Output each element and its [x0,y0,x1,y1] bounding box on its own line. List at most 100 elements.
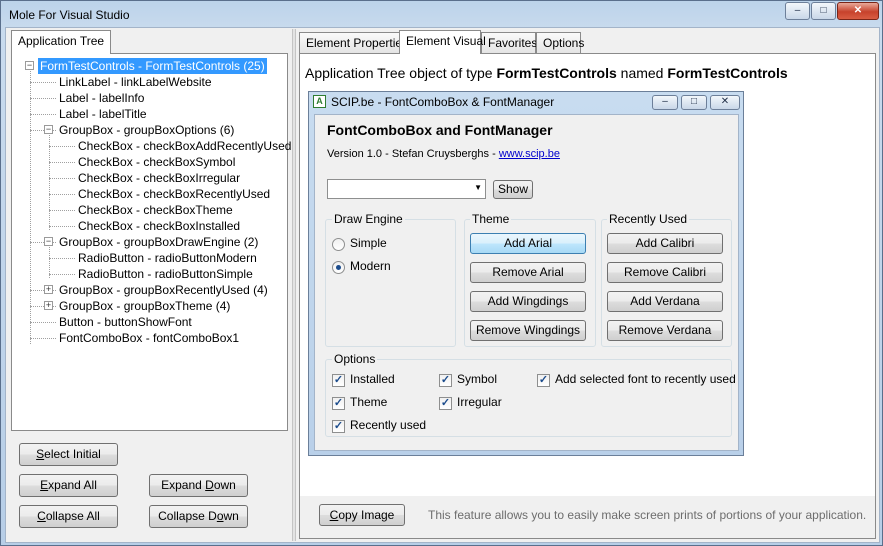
tree-node[interactable]: RadioButton - radioButtonSimple [78,266,253,282]
remove-calibri-button[interactable]: Remove Calibri [607,262,723,283]
tree-node[interactable]: Label - labelInfo [59,90,144,106]
checkbox-recently-used-label: Recently used [350,418,427,432]
draw-engine-group [325,219,456,347]
tree-node[interactable]: LinkLabel - linkLabelWebsite [59,74,212,90]
draw-engine-title: Draw Engine [332,212,405,226]
tree-branch-line [49,194,75,195]
checkbox-installed[interactable]: ✓ [332,374,345,387]
tree-node[interactable]: CheckBox - checkBoxSymbol [78,154,235,170]
checkbox-irregular[interactable]: ✓ [439,397,452,410]
tree-branch-line [49,226,75,227]
element-heading: Application Tree object of type FormTest… [305,65,788,81]
copy-image-button[interactable]: Copy Image [319,504,405,526]
tree-branch-line [49,258,75,259]
window-title: Mole For Visual Studio [9,8,130,22]
preview-minimize-icon[interactable]: ‒ [652,95,678,110]
preview-heading: FontComboBox and FontManager [327,122,553,138]
tree-node[interactable]: GroupBox - groupBoxDrawEngine (2) [59,234,258,250]
checkbox-symbol-label: Symbol [457,372,498,386]
checkbox-recently-used[interactable]: ✓ [332,420,345,433]
tree-branch-line [30,82,56,83]
theme-title: Theme [470,212,512,226]
tab-element-properties[interactable]: Element Properties [299,32,408,54]
splitter[interactable] [292,29,296,541]
expand-down-button[interactable]: Expand Down [149,474,248,497]
tree-branch-line [30,338,56,339]
tree-connector-line [49,244,50,278]
title-bar[interactable]: Mole For Visual Studio ‒ □ ✕ [1,1,882,27]
tab-favorites[interactable]: Favorites [481,32,537,54]
checkbox-symbol[interactable]: ✓ [439,374,452,387]
tree-branch-line [49,178,75,179]
minimize-icon[interactable]: ‒ [785,2,810,20]
website-link[interactable]: www.scip.be [499,148,560,160]
checkbox-add-to-recently-used[interactable]: ✓ [537,374,550,387]
recently-used-title: Recently Used [607,212,690,226]
checkbox-theme-label: Theme [350,395,388,409]
tree-branch-line [49,210,75,211]
preview-window-title: SCIP.be - FontComboBox & FontManager [331,95,555,109]
tree-node[interactable]: CheckBox - checkBoxTheme [78,202,233,218]
font-combo-box[interactable]: ▼ [327,179,486,199]
tree-branch-line [49,162,75,163]
tree-node[interactable]: Label - labelTitle [59,106,147,122]
checkbox-add-to-recently-used-label: Add selected font to recently used [555,372,736,386]
version-text: Version 1.0 - Stefan Cruysberghs - [327,148,499,160]
collapse-icon[interactable]: − [25,61,34,70]
tree-branch-line [30,114,56,115]
checkbox-installed-label: Installed [350,372,395,386]
close-icon[interactable]: ✕ [837,2,879,20]
options-title: Options [332,352,378,366]
tab-application-tree[interactable]: Application Tree [11,30,112,54]
checkbox-theme[interactable]: ✓ [332,397,345,410]
expand-all-button[interactable]: Expand All [19,474,118,497]
maximize-icon[interactable]: □ [811,2,836,20]
preview-window: A SCIP.be - FontComboBox & FontManager ‒… [308,91,744,456]
select-initial-button[interactable]: Select Initial [19,443,118,466]
collapse-down-button[interactable]: Collapse Down [149,505,248,528]
show-button[interactable]: Show [493,180,533,199]
tree-node[interactable]: CheckBox - checkBoxRecentlyUsed [78,186,270,202]
collapse-icon[interactable]: − [44,237,53,246]
remove-wingdings-button[interactable]: Remove Wingdings [470,320,586,341]
tab-options[interactable]: Options [536,32,584,54]
tab-element-visual[interactable]: Element Visual [399,30,486,54]
tree-node[interactable]: CheckBox - checkBoxInstalled [78,218,240,234]
main-window: Mole For Visual Studio ‒ □ ✕ Application… [0,0,883,546]
tree-node[interactable]: Button - buttonShowFont [59,314,192,330]
tree-node[interactable]: GroupBox - groupBoxTheme (4) [59,298,230,314]
chevron-down-icon: ▼ [474,183,482,192]
radio-modern[interactable] [332,261,345,274]
collapse-all-button[interactable]: Collapse All [19,505,118,528]
remove-arial-button[interactable]: Remove Arial [470,262,586,283]
preview-close-icon[interactable]: ✕ [710,95,740,110]
expand-icon[interactable]: + [44,285,53,294]
remove-verdana-button[interactable]: Remove Verdana [607,320,723,341]
collapse-icon[interactable]: − [44,125,53,134]
radio-modern-label: Modern [350,259,391,273]
tree-node[interactable]: RadioButton - radioButtonModern [78,250,257,266]
tree-connector-line [30,68,31,344]
add-verdana-button[interactable]: Add Verdana [607,291,723,312]
tree-node[interactable]: CheckBox - checkBoxIrregular [78,170,240,186]
tree-node[interactable]: FontComboBox - fontComboBox1 [59,330,239,346]
tree-node[interactable]: CheckBox - checkBoxAddRecentlyUsed [78,138,291,154]
checkbox-irregular-label: Irregular [457,395,502,409]
tree-branch-line [30,98,56,99]
tree-branch-line [49,274,75,275]
add-calibri-button[interactable]: Add Calibri [607,233,723,254]
tree-node[interactable]: GroupBox - groupBoxOptions (6) [59,122,234,138]
version-line: Version 1.0 - Stefan Cruysberghs - www.s… [327,148,560,160]
tree-branch-line [49,146,75,147]
tree-node[interactable]: FormTestControls - FormTestControls (25) [38,58,267,74]
radio-simple[interactable] [332,238,345,251]
add-arial-button[interactable]: Add Arial [470,233,586,254]
add-wingdings-button[interactable]: Add Wingdings [470,291,586,312]
radio-simple-label: Simple [350,236,387,250]
preview-maximize-icon[interactable]: □ [681,95,707,110]
application-tree-panel: − FormTestControls - FormTestControls (25… [11,53,291,431]
tree-branch-line [30,322,56,323]
expand-icon[interactable]: + [44,301,53,310]
application-tree[interactable]: − FormTestControls - FormTestControls (25… [12,54,291,430]
tree-node[interactable]: GroupBox - groupBoxRecentlyUsed (4) [59,282,268,298]
